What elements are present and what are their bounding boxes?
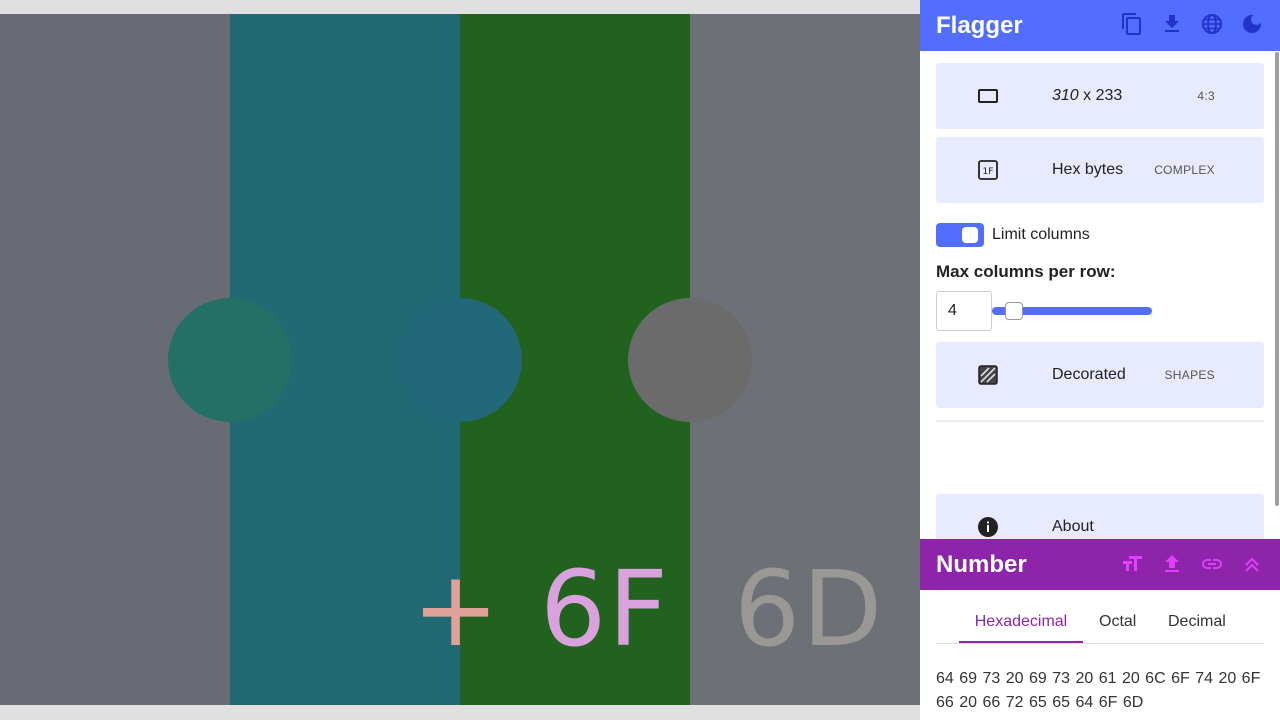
flag-glyph-6f: 6F xyxy=(540,548,670,670)
sidebar-scrollbar[interactable] xyxy=(1275,52,1279,506)
style-tag: SHAPES xyxy=(1164,368,1215,382)
encoding-card[interactable]: 1F Hex bytes COMPLEX xyxy=(936,137,1264,203)
size-separator: x xyxy=(1078,87,1096,104)
toggle-knob xyxy=(962,227,978,243)
flag-dot-green xyxy=(168,298,292,422)
text-size-icon[interactable] xyxy=(1120,552,1144,576)
info-icon xyxy=(976,515,1000,539)
tab-octal[interactable]: Octal xyxy=(1099,590,1136,642)
size-card[interactable]: 310 x 233 4:3 xyxy=(936,63,1264,129)
size-width: 310 xyxy=(1052,87,1079,104)
aspect-ratio-icon xyxy=(976,84,1000,108)
copy-icon[interactable] xyxy=(1120,12,1144,36)
size-height: 233 xyxy=(1095,87,1123,104)
section-divider xyxy=(936,420,1264,422)
max-columns-input[interactable]: 4 xyxy=(936,291,992,331)
flag-glyph-plus: + xyxy=(412,548,502,670)
svg-text:1F: 1F xyxy=(983,167,994,177)
encoding-label: Hex bytes xyxy=(1052,161,1124,178)
flag-dot-teal xyxy=(398,298,522,422)
globe-icon[interactable] xyxy=(1200,12,1224,36)
limit-columns-toggle[interactable] xyxy=(936,223,984,247)
download-icon[interactable] xyxy=(1160,12,1184,36)
flag-canvas-area: + 6F 6D xyxy=(0,0,920,720)
size-label: 310 x 233 xyxy=(1052,63,1122,129)
limit-columns-label: Limit columns xyxy=(992,226,1090,243)
max-columns-slider-thumb[interactable] xyxy=(1005,302,1023,320)
link-icon[interactable] xyxy=(1200,552,1224,576)
style-label: Decorated xyxy=(1052,366,1126,383)
flag-dot-gray xyxy=(628,298,752,422)
tab-decimal[interactable]: Decimal xyxy=(1168,590,1226,642)
flag-canvas: + 6F 6D xyxy=(0,14,920,705)
hex-1f-icon: 1F xyxy=(976,158,1000,182)
app-title: Flagger xyxy=(936,12,1023,39)
sidebar: Flagger 310 x 233 4:3 1F Hex bytes COMPL… xyxy=(920,0,1280,720)
number-panel-title: Number xyxy=(936,551,1027,578)
encoding-tag: COMPLEX xyxy=(1154,163,1215,177)
pattern-icon xyxy=(976,363,1000,387)
collapse-icon[interactable] xyxy=(1240,552,1264,576)
aspect-ratio-tag: 4:3 xyxy=(1197,89,1215,103)
dark-mode-icon[interactable] xyxy=(1240,12,1264,36)
number-format-tabs: Hexadecimal Octal Decimal xyxy=(936,590,1264,644)
upload-icon[interactable] xyxy=(1160,552,1184,576)
number-output: 64 69 73 20 69 73 20 61 20 6C 6F 74 20 6… xyxy=(936,670,1261,711)
style-card[interactable]: Decorated SHAPES xyxy=(936,342,1264,408)
max-columns-label: Max columns per row: xyxy=(936,262,1116,281)
flag-glyph-6d: 6D xyxy=(734,548,885,670)
app-bar: Flagger xyxy=(920,0,1280,51)
number-panel-bar: Number xyxy=(920,539,1280,590)
tab-hexadecimal[interactable]: Hexadecimal xyxy=(959,590,1083,643)
number-panel: Number Hexadecimal Octal Decimal 64 69 7… xyxy=(920,539,1280,720)
